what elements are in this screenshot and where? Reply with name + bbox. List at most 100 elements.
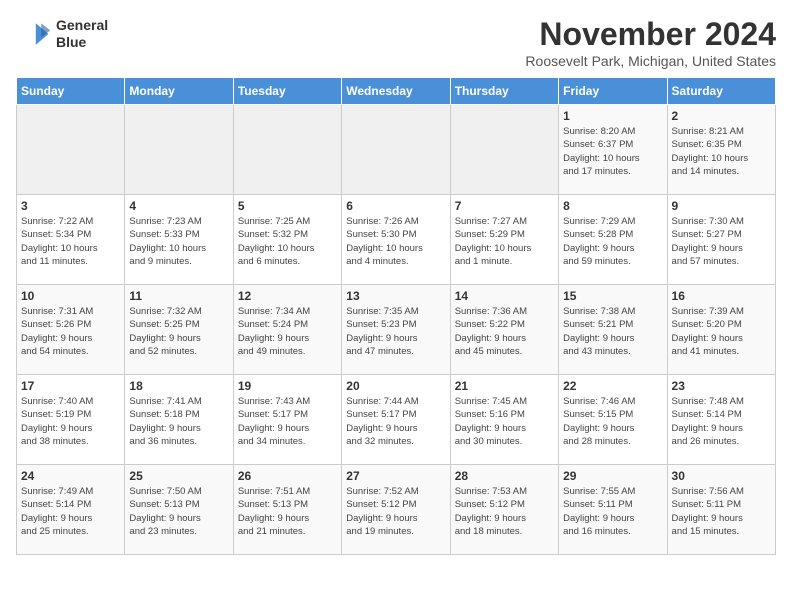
calendar-cell: 4 Sunrise: 7:23 AM Sunset: 5:33 PM Daylig… <box>125 195 233 285</box>
day-number: 10 <box>21 289 120 303</box>
calendar-cell: 8 Sunrise: 7:29 AM Sunset: 5:28 PM Daylig… <box>559 195 667 285</box>
day-info: Sunrise: 7:30 AM Sunset: 5:27 PM Dayligh… <box>672 215 771 268</box>
header-cell-tuesday: Tuesday <box>233 78 341 105</box>
calendar-cell: 26Sunrise: 7:51 AM Sunset: 5:13 PM Dayli… <box>233 465 341 555</box>
day-info: Sunrise: 7:31 AM Sunset: 5:26 PM Dayligh… <box>21 305 120 358</box>
calendar-cell <box>17 105 125 195</box>
day-info: Sunrise: 7:52 AM Sunset: 5:12 PM Dayligh… <box>346 485 445 538</box>
header-cell-sunday: Sunday <box>17 78 125 105</box>
day-number: 13 <box>346 289 445 303</box>
day-info: Sunrise: 7:48 AM Sunset: 5:14 PM Dayligh… <box>672 395 771 448</box>
header-cell-wednesday: Wednesday <box>342 78 450 105</box>
day-info: Sunrise: 7:49 AM Sunset: 5:14 PM Dayligh… <box>21 485 120 538</box>
calendar-subtitle: Roosevelt Park, Michigan, United States <box>525 53 776 69</box>
calendar-cell: 27 Sunrise: 7:52 AM Sunset: 5:12 PM Dayli… <box>342 465 450 555</box>
calendar-cell: 23 Sunrise: 7:48 AM Sunset: 5:14 PM Dayli… <box>667 375 775 465</box>
day-info: Sunrise: 7:38 AM Sunset: 5:21 PM Dayligh… <box>563 305 662 358</box>
calendar-cell <box>450 105 558 195</box>
calendar-cell: 16 Sunrise: 7:39 AM Sunset: 5:20 PM Dayli… <box>667 285 775 375</box>
calendar-cell: 15Sunrise: 7:38 AM Sunset: 5:21 PM Dayli… <box>559 285 667 375</box>
calendar-cell <box>342 105 450 195</box>
calendar-cell: 13 Sunrise: 7:35 AM Sunset: 5:23 PM Dayli… <box>342 285 450 375</box>
calendar-cell: 7 Sunrise: 7:27 AM Sunset: 5:29 PM Daylig… <box>450 195 558 285</box>
day-number: 8 <box>563 199 662 213</box>
calendar-cell: 20 Sunrise: 7:44 AM Sunset: 5:17 PM Dayli… <box>342 375 450 465</box>
calendar-cell: 11 Sunrise: 7:32 AM Sunset: 5:25 PM Dayli… <box>125 285 233 375</box>
calendar-week-1: 1 Sunrise: 8:20 AM Sunset: 6:37 PM Daylig… <box>17 105 776 195</box>
day-number: 12 <box>238 289 337 303</box>
day-number: 19 <box>238 379 337 393</box>
day-info: Sunrise: 7:35 AM Sunset: 5:23 PM Dayligh… <box>346 305 445 358</box>
day-info: Sunrise: 8:20 AM Sunset: 6:37 PM Dayligh… <box>563 125 662 178</box>
calendar-week-4: 17Sunrise: 7:40 AM Sunset: 5:19 PM Dayli… <box>17 375 776 465</box>
day-number: 5 <box>238 199 337 213</box>
day-number: 25 <box>129 469 228 483</box>
calendar-week-2: 3 Sunrise: 7:22 AM Sunset: 5:34 PM Daylig… <box>17 195 776 285</box>
calendar-cell: 22Sunrise: 7:46 AM Sunset: 5:15 PM Dayli… <box>559 375 667 465</box>
calendar-cell: 3 Sunrise: 7:22 AM Sunset: 5:34 PM Daylig… <box>17 195 125 285</box>
day-info: Sunrise: 7:55 AM Sunset: 5:11 PM Dayligh… <box>563 485 662 538</box>
calendar-cell: 12 Sunrise: 7:34 AM Sunset: 5:24 PM Dayli… <box>233 285 341 375</box>
calendar-cell: 2 Sunrise: 8:21 AM Sunset: 6:35 PM Daylig… <box>667 105 775 195</box>
day-info: Sunrise: 7:40 AM Sunset: 5:19 PM Dayligh… <box>21 395 120 448</box>
calendar-week-3: 10 Sunrise: 7:31 AM Sunset: 5:26 PM Dayli… <box>17 285 776 375</box>
day-number: 23 <box>672 379 771 393</box>
calendar-header-row: SundayMondayTuesdayWednesdayThursdayFrid… <box>17 78 776 105</box>
calendar-cell: 29Sunrise: 7:55 AM Sunset: 5:11 PM Dayli… <box>559 465 667 555</box>
day-number: 22 <box>563 379 662 393</box>
calendar-cell: 9Sunrise: 7:30 AM Sunset: 5:27 PM Daylig… <box>667 195 775 285</box>
day-info: Sunrise: 7:26 AM Sunset: 5:30 PM Dayligh… <box>346 215 445 268</box>
header-cell-thursday: Thursday <box>450 78 558 105</box>
logo-text: General Blue <box>56 17 108 51</box>
title-section: November 2024 Roosevelt Park, Michigan, … <box>525 16 776 69</box>
day-info: Sunrise: 7:45 AM Sunset: 5:16 PM Dayligh… <box>455 395 554 448</box>
day-info: Sunrise: 8:21 AM Sunset: 6:35 PM Dayligh… <box>672 125 771 178</box>
day-number: 14 <box>455 289 554 303</box>
day-number: 20 <box>346 379 445 393</box>
day-info: Sunrise: 7:23 AM Sunset: 5:33 PM Dayligh… <box>129 215 228 268</box>
calendar-cell <box>125 105 233 195</box>
calendar-title: November 2024 <box>525 16 776 53</box>
calendar-cell: 5 Sunrise: 7:25 AM Sunset: 5:32 PM Daylig… <box>233 195 341 285</box>
day-info: Sunrise: 7:32 AM Sunset: 5:25 PM Dayligh… <box>129 305 228 358</box>
day-number: 4 <box>129 199 228 213</box>
day-info: Sunrise: 7:34 AM Sunset: 5:24 PM Dayligh… <box>238 305 337 358</box>
day-number: 11 <box>129 289 228 303</box>
day-info: Sunrise: 7:25 AM Sunset: 5:32 PM Dayligh… <box>238 215 337 268</box>
calendar-cell: 30Sunrise: 7:56 AM Sunset: 5:11 PM Dayli… <box>667 465 775 555</box>
day-info: Sunrise: 7:44 AM Sunset: 5:17 PM Dayligh… <box>346 395 445 448</box>
calendar-cell: 18Sunrise: 7:41 AM Sunset: 5:18 PM Dayli… <box>125 375 233 465</box>
day-number: 18 <box>129 379 228 393</box>
logo-icon <box>16 16 52 52</box>
day-info: Sunrise: 7:43 AM Sunset: 5:17 PM Dayligh… <box>238 395 337 448</box>
day-info: Sunrise: 7:22 AM Sunset: 5:34 PM Dayligh… <box>21 215 120 268</box>
day-number: 1 <box>563 109 662 123</box>
day-info: Sunrise: 7:51 AM Sunset: 5:13 PM Dayligh… <box>238 485 337 538</box>
day-number: 21 <box>455 379 554 393</box>
day-info: Sunrise: 7:27 AM Sunset: 5:29 PM Dayligh… <box>455 215 554 268</box>
day-number: 3 <box>21 199 120 213</box>
day-number: 2 <box>672 109 771 123</box>
day-info: Sunrise: 7:50 AM Sunset: 5:13 PM Dayligh… <box>129 485 228 538</box>
day-info: Sunrise: 7:29 AM Sunset: 5:28 PM Dayligh… <box>563 215 662 268</box>
calendar-cell <box>233 105 341 195</box>
calendar-cell: 17Sunrise: 7:40 AM Sunset: 5:19 PM Dayli… <box>17 375 125 465</box>
header-cell-monday: Monday <box>125 78 233 105</box>
calendar-week-5: 24 Sunrise: 7:49 AM Sunset: 5:14 PM Dayli… <box>17 465 776 555</box>
day-info: Sunrise: 7:39 AM Sunset: 5:20 PM Dayligh… <box>672 305 771 358</box>
day-number: 16 <box>672 289 771 303</box>
day-number: 24 <box>21 469 120 483</box>
day-number: 28 <box>455 469 554 483</box>
header-cell-saturday: Saturday <box>667 78 775 105</box>
calendar-cell: 28 Sunrise: 7:53 AM Sunset: 5:12 PM Dayli… <box>450 465 558 555</box>
calendar-cell: 19 Sunrise: 7:43 AM Sunset: 5:17 PM Dayli… <box>233 375 341 465</box>
day-number: 27 <box>346 469 445 483</box>
page-header: General Blue November 2024 Roosevelt Par… <box>16 16 776 69</box>
logo: General Blue <box>16 16 108 52</box>
day-number: 7 <box>455 199 554 213</box>
calendar-cell: 1 Sunrise: 8:20 AM Sunset: 6:37 PM Daylig… <box>559 105 667 195</box>
calendar-cell: 24 Sunrise: 7:49 AM Sunset: 5:14 PM Dayli… <box>17 465 125 555</box>
day-number: 6 <box>346 199 445 213</box>
day-info: Sunrise: 7:53 AM Sunset: 5:12 PM Dayligh… <box>455 485 554 538</box>
header-cell-friday: Friday <box>559 78 667 105</box>
